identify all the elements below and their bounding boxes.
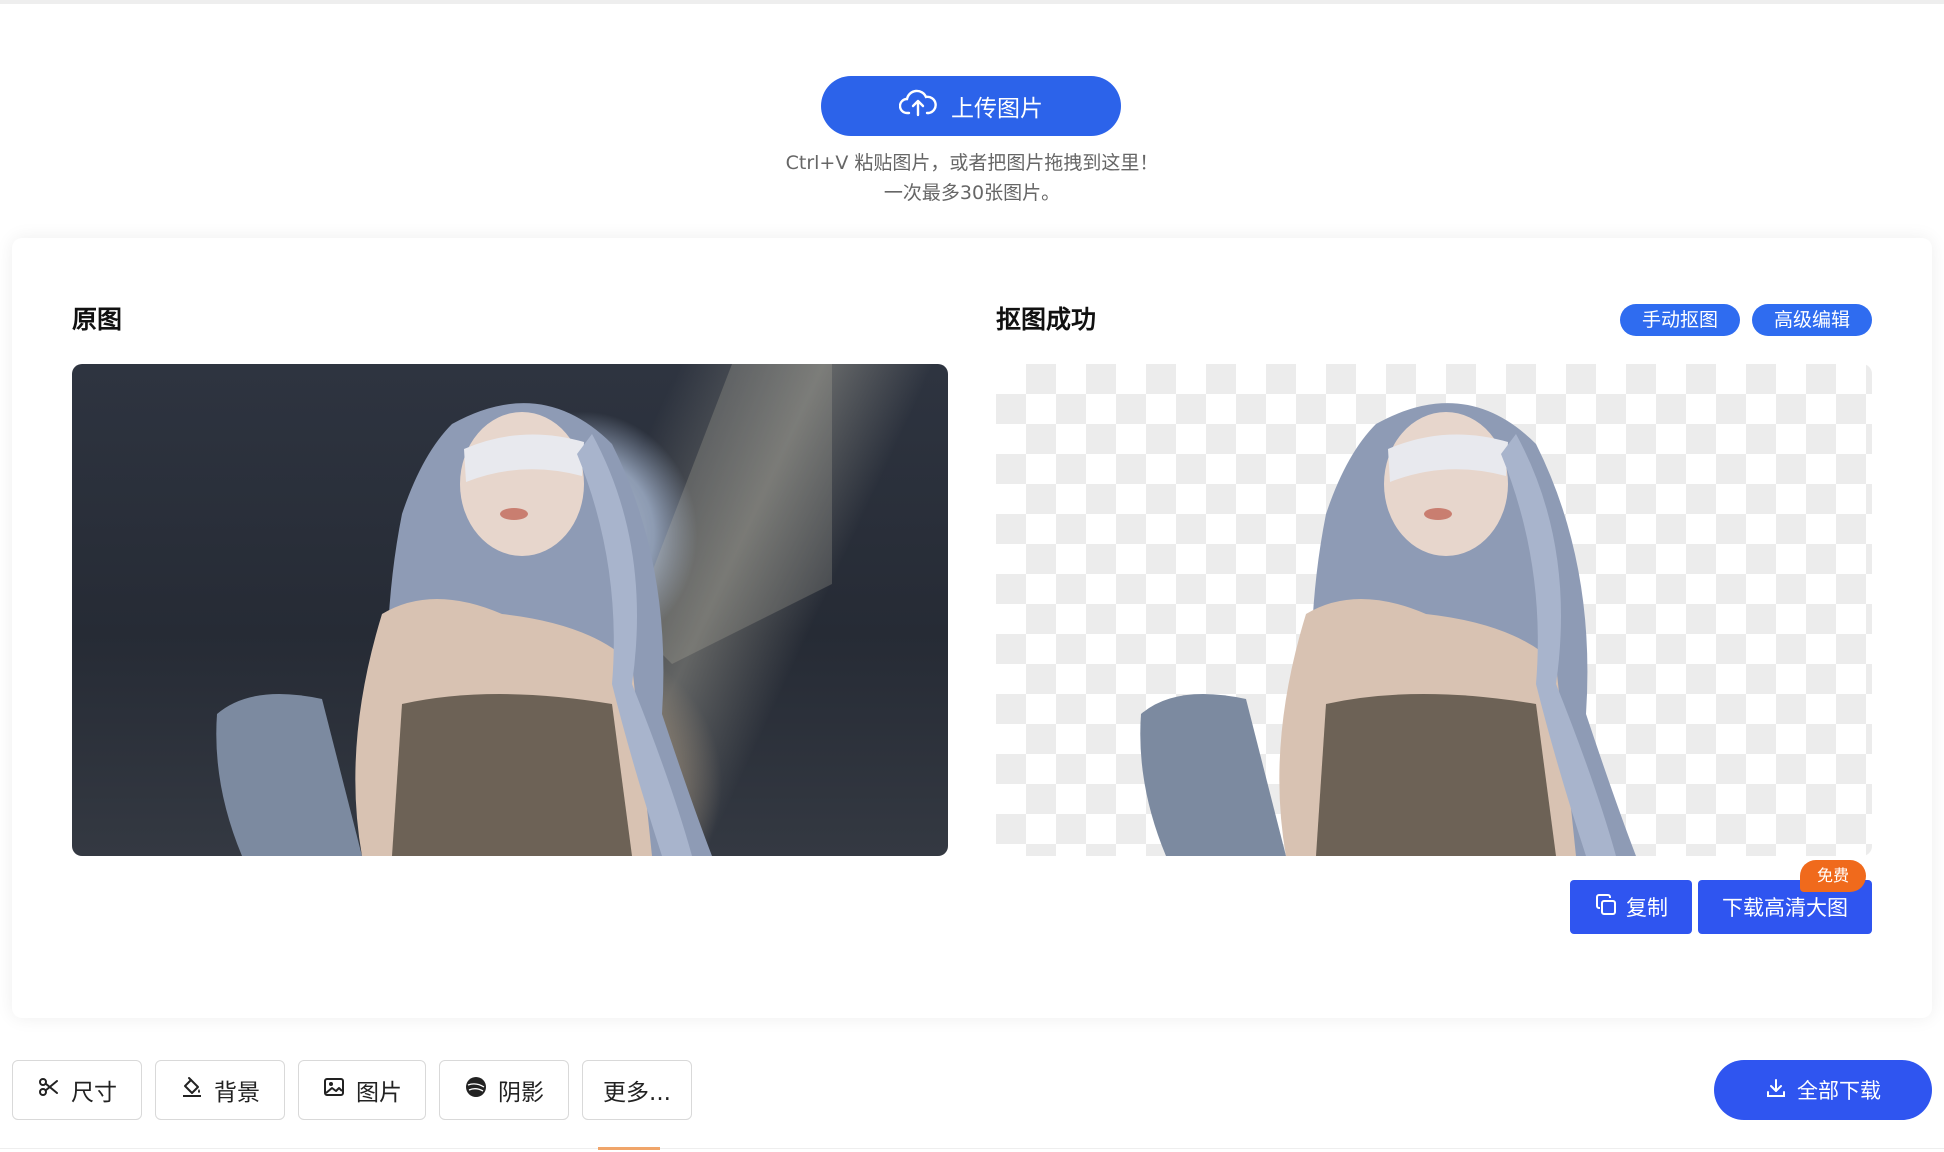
copy-icon (1594, 893, 1618, 922)
more-tool-label: 更多... (603, 1080, 671, 1106)
cloud-upload-icon (898, 89, 937, 123)
bottom-divider (0, 1148, 1944, 1149)
bottom-accent-bar (598, 1147, 660, 1150)
copy-button-label: 复制 (1626, 896, 1668, 920)
top-divider (0, 0, 1944, 4)
cutout-image (996, 364, 1872, 856)
download-icon (1765, 1077, 1787, 1104)
image-tool-button[interactable]: 图片 (298, 1060, 426, 1120)
original-title: 原图 (72, 305, 123, 334)
background-tool-label: 背景 (214, 1080, 260, 1106)
download-all-label: 全部下载 (1797, 1079, 1881, 1103)
more-tool-button[interactable]: 更多... (582, 1060, 692, 1120)
paint-bucket-icon (180, 1075, 204, 1105)
upload-hint-limit: 一次最多30张图片。 (883, 182, 1061, 204)
shadow-tool-label: 阴影 (498, 1080, 544, 1106)
manual-cutout-button[interactable]: 手动抠图 (1620, 304, 1740, 336)
download-hd-label: 下载高清大图 (1722, 896, 1848, 920)
scissors-icon (37, 1075, 61, 1105)
download-all-button[interactable]: 全部下载 (1714, 1060, 1932, 1120)
result-title: 抠图成功 (996, 305, 1097, 334)
image-icon (322, 1075, 346, 1105)
copy-button[interactable]: 复制 (1570, 880, 1692, 934)
cutout-subject-illustration (1140, 403, 1636, 856)
upload-hint-paste: Ctrl+V 粘贴图片，或者把图片拖拽到这里！ (785, 152, 1159, 174)
upload-image-button[interactable]: 上传图片 (821, 76, 1121, 136)
upload-button-label: 上传图片 (951, 96, 1043, 122)
background-tool-button[interactable]: 背景 (155, 1060, 285, 1120)
advanced-edit-button[interactable]: 高级编辑 (1752, 304, 1872, 336)
shadow-tool-button[interactable]: 阴影 (439, 1060, 569, 1120)
image-tool-label: 图片 (356, 1080, 402, 1106)
original-image (72, 364, 948, 856)
shadow-icon (464, 1075, 488, 1105)
original-subject-illustration (216, 364, 832, 856)
size-tool-button[interactable]: 尺寸 (12, 1060, 142, 1120)
free-badge: 免费 (1800, 860, 1866, 892)
result-card: 原图 抠图成功 手动抠图 高级编辑 复制 下载高清大图 免费 (12, 238, 1932, 1018)
size-tool-label: 尺寸 (71, 1080, 117, 1106)
